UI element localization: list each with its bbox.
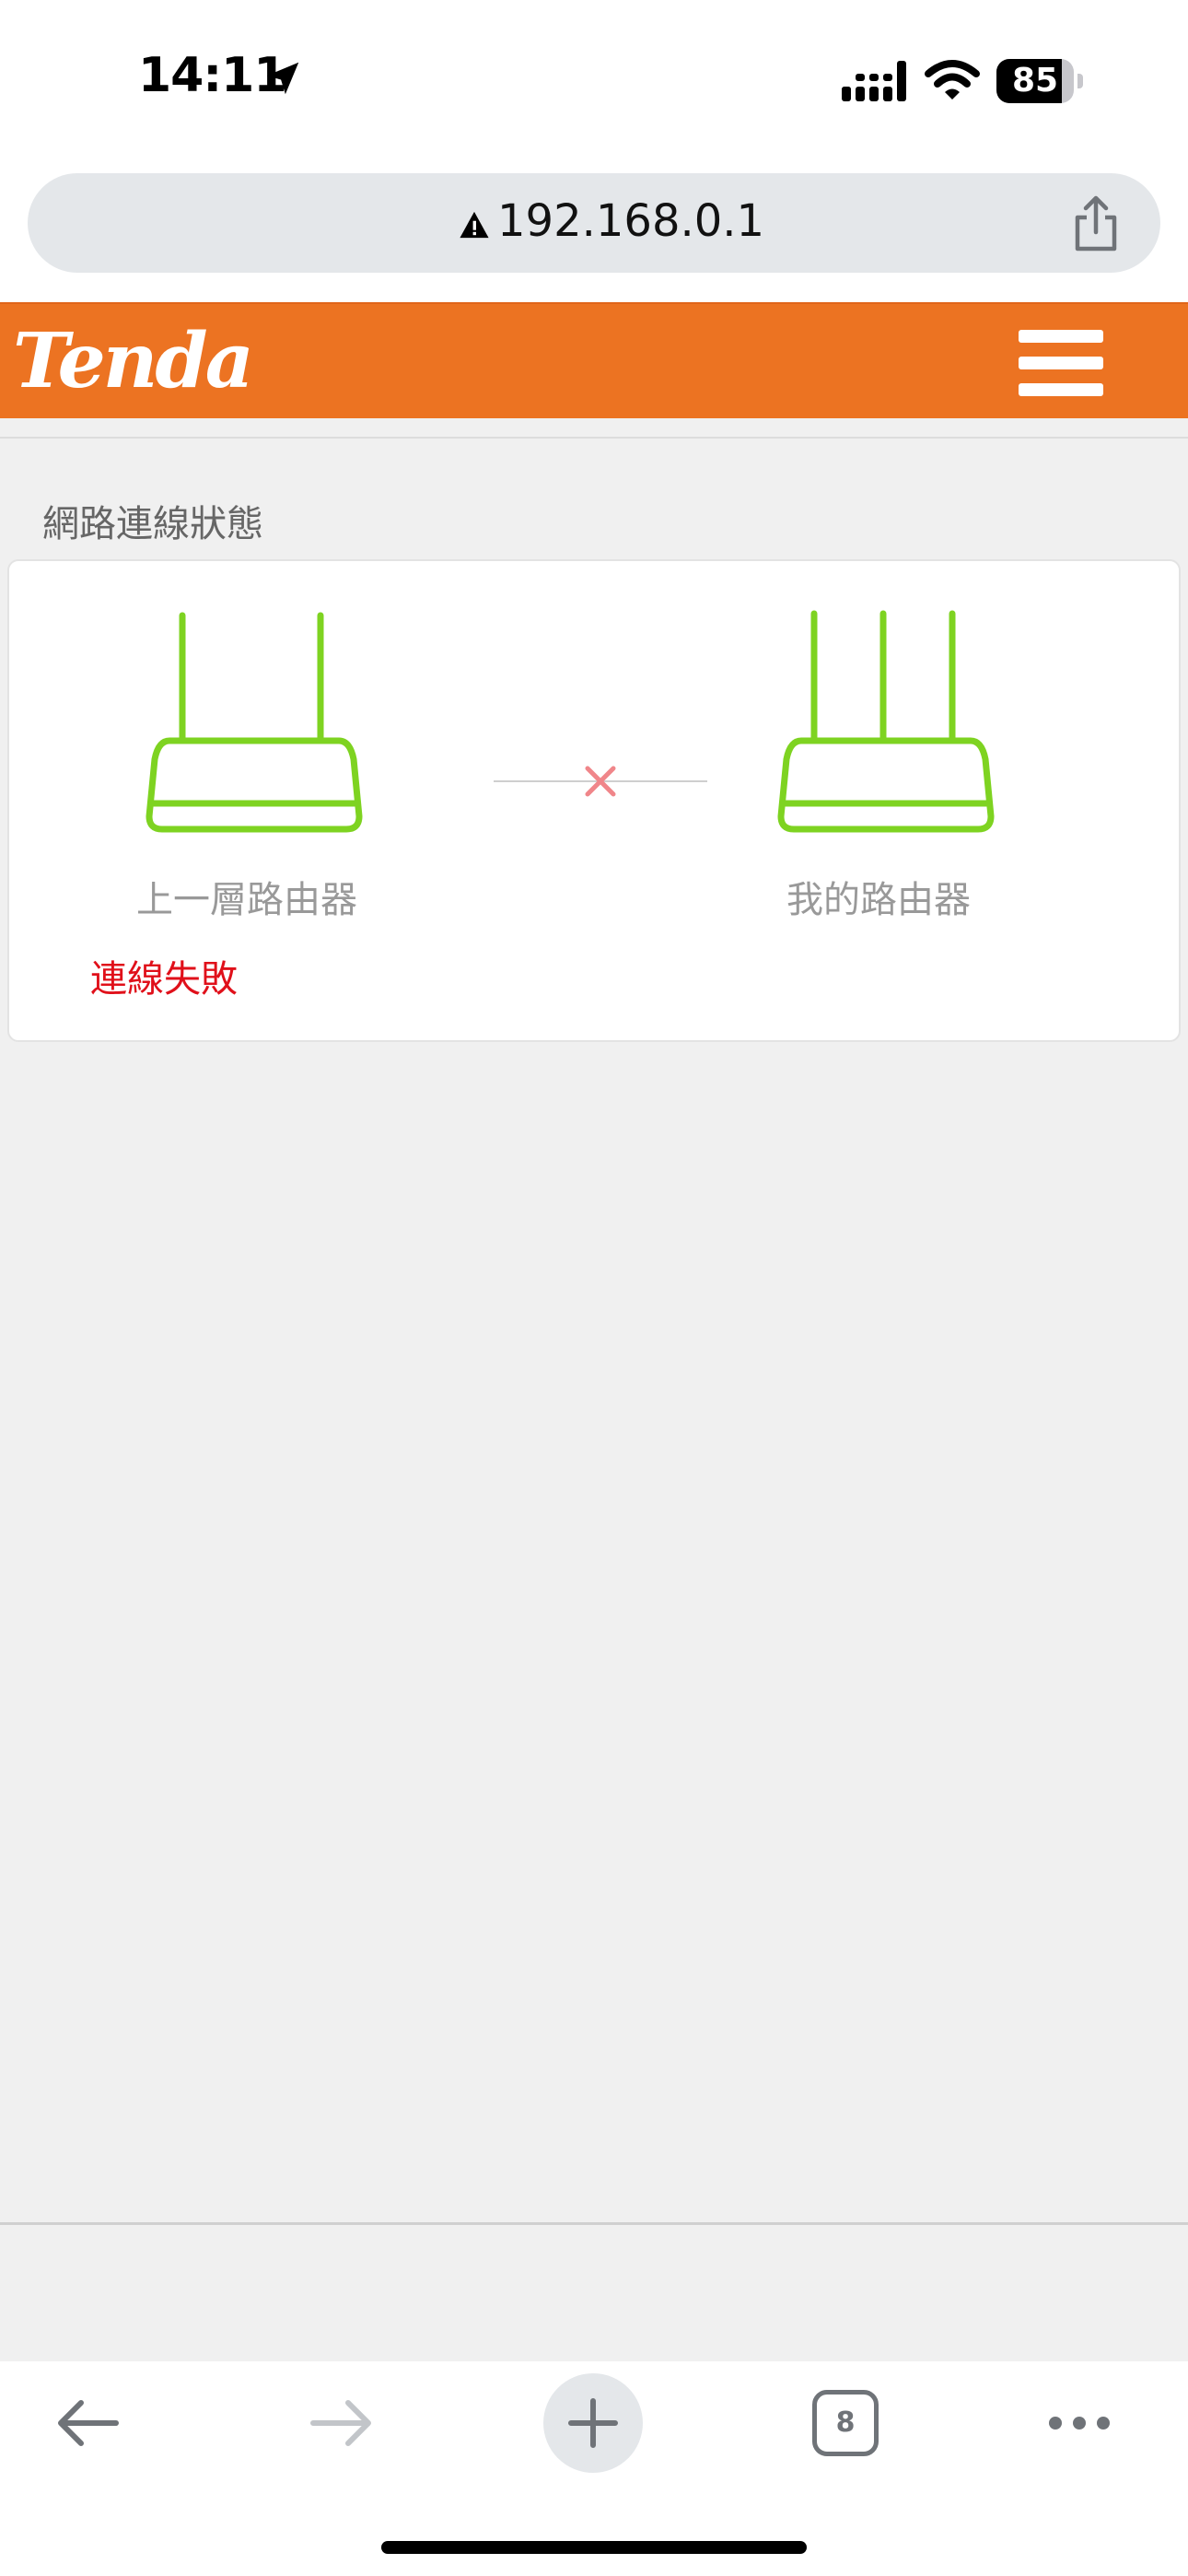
url-text[interactable]: 192.168.0.1 (497, 192, 764, 251)
svg-text:Tenda: Tenda (13, 317, 251, 402)
menu-icon[interactable] (1019, 330, 1103, 396)
divider (0, 437, 1188, 439)
battery-indicator: 85 (996, 59, 1083, 103)
more-icon[interactable] (1046, 2408, 1112, 2438)
section-title: 網路連線狀態 (42, 503, 263, 545)
share-icon[interactable] (1070, 195, 1122, 252)
upstream-router-label: 上一層路由器 (136, 879, 357, 921)
my-router-icon (777, 610, 995, 833)
location-arrow-icon (266, 62, 299, 95)
my-router-label: 我的路由器 (786, 879, 971, 921)
footer-area (0, 2225, 1188, 2361)
forward-arrow-icon[interactable] (308, 2395, 376, 2451)
upstream-router-icon (146, 612, 363, 833)
connection-status-text: 連線失敗 (90, 958, 238, 1001)
signal-icon (842, 61, 906, 101)
back-arrow-icon[interactable] (53, 2395, 122, 2451)
close-icon (585, 766, 616, 797)
tenda-logo: Tenda (13, 317, 254, 402)
home-indicator (381, 2541, 807, 2554)
battery-percentage: 85 (1011, 62, 1059, 100)
wifi-icon (925, 60, 980, 100)
warning-icon (460, 211, 489, 239)
tab-count[interactable]: 8 (812, 2390, 879, 2456)
plus-icon[interactable] (565, 2395, 621, 2451)
